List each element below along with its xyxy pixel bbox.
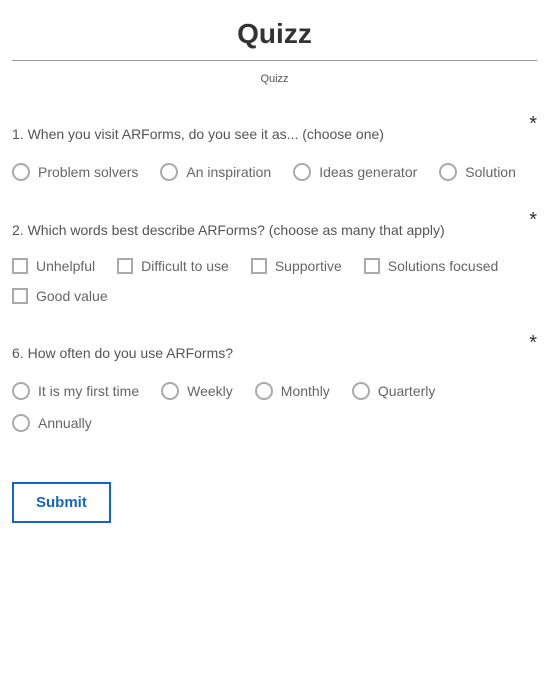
radio-icon [12, 414, 30, 432]
form-subtitle: Quizz [12, 73, 537, 85]
radio-option[interactable]: Monthly [255, 382, 330, 400]
checkbox-icon [12, 288, 28, 304]
question-text: 6. How often do you use ARForms? [12, 344, 537, 364]
radio-icon [293, 163, 311, 181]
radio-option[interactable]: Weekly [161, 382, 233, 400]
checkbox-icon [117, 258, 133, 274]
option-label: Monthly [281, 383, 330, 399]
radio-icon [161, 382, 179, 400]
form-title: Quizz [12, 10, 537, 60]
options-group: Problem solvers An inspiration Ideas gen… [12, 163, 537, 181]
checkbox-icon [12, 258, 28, 274]
checkbox-icon [251, 258, 267, 274]
option-label: Annually [38, 415, 92, 431]
radio-option[interactable]: An inspiration [160, 163, 271, 181]
radio-icon [12, 163, 30, 181]
option-label: It is my first time [38, 383, 139, 399]
radio-icon [439, 163, 457, 181]
question-text: 1. When you visit ARForms, do you see it… [12, 125, 537, 145]
question-text: 2. Which words best describe ARForms? (c… [12, 221, 537, 241]
radio-option[interactable]: Quarterly [352, 382, 436, 400]
submit-button[interactable]: Submit [12, 482, 111, 523]
radio-icon [255, 382, 273, 400]
options-group: It is my first time Weekly Monthly Quart… [12, 382, 537, 432]
required-marker: * [529, 332, 537, 355]
radio-option[interactable]: Annually [12, 414, 92, 432]
question-2: * 2. Which words best describe ARForms? … [12, 221, 537, 305]
checkbox-option[interactable]: Unhelpful [12, 258, 95, 274]
checkbox-option[interactable]: Good value [12, 288, 108, 304]
required-marker: * [529, 113, 537, 136]
question-1: * 1. When you visit ARForms, do you see … [12, 125, 537, 181]
option-label: Solution [465, 164, 516, 180]
option-label: Ideas generator [319, 164, 417, 180]
option-label: Problem solvers [38, 164, 138, 180]
option-label: Good value [36, 288, 108, 304]
radio-icon [352, 382, 370, 400]
radio-option[interactable]: Problem solvers [12, 163, 138, 181]
option-label: Quarterly [378, 383, 436, 399]
checkbox-option[interactable]: Solutions focused [364, 258, 499, 274]
option-label: Difficult to use [141, 258, 229, 274]
checkbox-option[interactable]: Supportive [251, 258, 342, 274]
option-label: An inspiration [186, 164, 271, 180]
options-group: Unhelpful Difficult to use Supportive So… [12, 258, 537, 304]
radio-option[interactable]: It is my first time [12, 382, 139, 400]
title-divider [12, 60, 537, 61]
radio-option[interactable]: Ideas generator [293, 163, 417, 181]
option-label: Supportive [275, 258, 342, 274]
checkbox-option[interactable]: Difficult to use [117, 258, 229, 274]
radio-icon [12, 382, 30, 400]
submit-row: Submit [12, 482, 537, 523]
radio-icon [160, 163, 178, 181]
option-label: Weekly [187, 383, 233, 399]
question-6: * 6. How often do you use ARForms? It is… [12, 344, 537, 432]
checkbox-icon [364, 258, 380, 274]
option-label: Unhelpful [36, 258, 95, 274]
radio-option[interactable]: Solution [439, 163, 516, 181]
required-marker: * [529, 209, 537, 232]
option-label: Solutions focused [388, 258, 499, 274]
